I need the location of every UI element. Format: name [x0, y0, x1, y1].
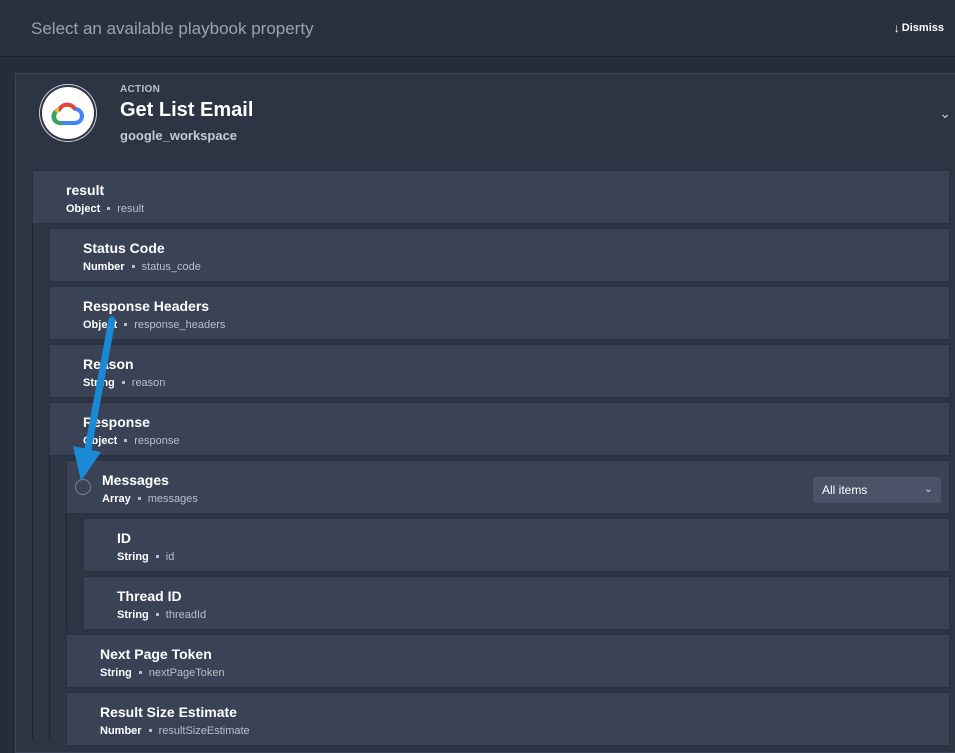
- dismiss-button[interactable]: ↓ Dismiss: [894, 21, 944, 35]
- property-meta: String id: [117, 551, 174, 563]
- property-meta: Object response: [83, 435, 180, 447]
- chevron-down-icon[interactable]: ⌄: [939, 105, 951, 122]
- property-row-result-size-estimate[interactable]: Result Size Estimate Number resultSizeEst…: [66, 692, 950, 746]
- action-header: ACTION Get List Email google_workspace ⌄: [15, 73, 955, 163]
- array-item-select[interactable]: All items ⌄: [813, 477, 941, 503]
- property-key: nextPageToken: [148, 667, 225, 679]
- action-kicker: ACTION: [120, 84, 161, 95]
- property-label: ID: [117, 530, 131, 546]
- property-row-reason[interactable]: Reason String reason: [49, 344, 950, 398]
- property-type: String: [117, 551, 149, 563]
- arrow-down-icon: ↓: [893, 21, 900, 35]
- property-type: Object: [66, 203, 101, 215]
- separator-dot: [155, 554, 159, 558]
- property-label: result: [66, 182, 105, 198]
- property-row-response-headers[interactable]: Response Headers Object response_headers: [49, 286, 950, 340]
- property-key: id: [165, 551, 175, 563]
- separator-dot: [124, 438, 128, 442]
- property-row-response[interactable]: Response Object response: [49, 402, 950, 456]
- property-meta: String reason: [83, 377, 165, 389]
- property-label: Next Page Token: [100, 646, 212, 662]
- property-meta: Object response_headers: [83, 319, 225, 331]
- separator-dot: [107, 206, 111, 210]
- property-meta: Array messages: [102, 493, 198, 505]
- property-key: response_headers: [134, 319, 226, 331]
- integration-name: google_workspace: [120, 128, 238, 143]
- picker-prompt: Select an available playbook property: [31, 19, 314, 38]
- property-type: Object: [83, 319, 118, 331]
- property-type: String: [117, 609, 149, 621]
- property-key: reason: [131, 377, 166, 389]
- chevron-down-icon: ⌄: [923, 483, 933, 495]
- action-title: Get List Email: [120, 99, 254, 121]
- property-meta: String threadId: [117, 609, 206, 621]
- property-meta: Number status_code: [83, 261, 201, 273]
- dismiss-label: Dismiss: [901, 22, 944, 34]
- property-key: response: [134, 435, 180, 447]
- property-label: Messages: [102, 472, 169, 488]
- property-label: Reason: [83, 356, 134, 372]
- property-row-messages[interactable]: Messages Array messages All items ⌄: [66, 460, 950, 514]
- separator-dot: [148, 728, 152, 732]
- separator-dot: [131, 264, 135, 268]
- property-key: messages: [147, 493, 198, 505]
- property-key: resultSizeEstimate: [158, 725, 250, 737]
- property-row-id[interactable]: ID String id: [83, 518, 950, 572]
- separator-dot: [124, 322, 128, 326]
- property-type: Number: [83, 261, 125, 273]
- property-label: Thread ID: [117, 588, 182, 604]
- property-type: String: [83, 377, 115, 389]
- property-type: Array: [102, 493, 131, 505]
- property-meta: Number resultSizeEstimate: [100, 725, 250, 737]
- property-meta: String nextPageToken: [100, 667, 225, 679]
- property-picker-header: Select an available playbook property ↓ …: [0, 0, 955, 57]
- property-label: Response: [83, 414, 150, 430]
- separator-dot: [121, 380, 125, 384]
- property-type: String: [100, 667, 132, 679]
- tree-guide: [66, 514, 67, 630]
- select-radio[interactable]: [75, 479, 91, 495]
- property-key: status_code: [141, 261, 201, 273]
- property-key: threadId: [165, 609, 207, 621]
- separator-dot: [155, 612, 159, 616]
- property-key: result: [117, 203, 145, 215]
- property-row-status-code[interactable]: Status Code Number status_code: [49, 228, 950, 282]
- property-meta: Object result: [66, 203, 144, 215]
- property-label: Status Code: [83, 240, 165, 256]
- property-row-result[interactable]: result Object result: [32, 170, 950, 224]
- property-type: Number: [100, 725, 142, 737]
- property-type: Object: [83, 435, 118, 447]
- separator-dot: [137, 496, 141, 500]
- property-row-next-page-token[interactable]: Next Page Token String nextPageToken: [66, 634, 950, 688]
- property-label: Result Size Estimate: [100, 704, 237, 720]
- property-row-thread-id[interactable]: Thread ID String threadId: [83, 576, 950, 630]
- tree-guide: [49, 456, 50, 739]
- tree-guide: [32, 224, 33, 739]
- google-cloud-icon: [42, 87, 94, 139]
- separator-dot: [138, 670, 142, 674]
- property-label: Response Headers: [83, 298, 210, 314]
- array-item-select-value: All items: [822, 483, 868, 497]
